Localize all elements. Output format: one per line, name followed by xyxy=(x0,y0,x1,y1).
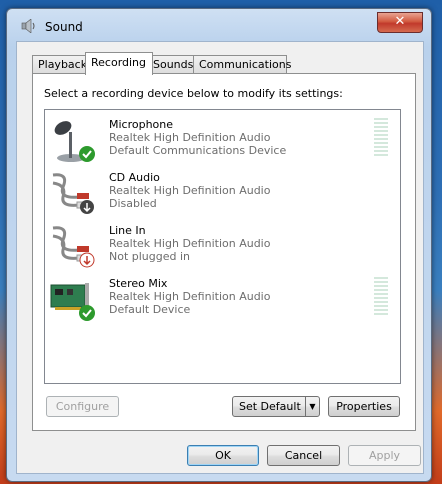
set-default-button[interactable]: Set Default ▼ xyxy=(232,396,320,417)
recording-panel: Select a recording device below to modif… xyxy=(32,73,416,431)
microphone-icon xyxy=(54,121,95,162)
configure-button[interactable]: Configure xyxy=(46,396,119,417)
close-icon: ✕ xyxy=(394,14,406,29)
tab-playback[interactable]: Playback xyxy=(32,55,89,74)
tab-recording[interactable]: Recording xyxy=(85,52,153,75)
cancel-button[interactable]: Cancel xyxy=(267,445,340,466)
tab-label: Recording xyxy=(91,56,147,69)
properties-button[interactable]: Properties xyxy=(328,396,400,417)
device-status: Disabled xyxy=(109,197,157,210)
rca-cable-icon xyxy=(52,226,95,268)
device-driver: Realtek High Definition Audio xyxy=(109,237,271,250)
device-name: Microphone xyxy=(109,118,174,131)
close-button[interactable]: ✕ xyxy=(377,12,423,33)
tab-sounds[interactable]: Sounds xyxy=(147,55,197,74)
device-name: Line In xyxy=(109,224,146,237)
tab-label: Communications xyxy=(199,58,292,71)
device-status: Not plugged in xyxy=(109,250,191,263)
level-meter xyxy=(374,118,388,158)
tab-label: Sounds xyxy=(153,58,194,71)
device-status: Default Device xyxy=(109,303,191,316)
device-driver: Realtek High Definition Audio xyxy=(109,131,271,144)
window-title: Sound xyxy=(45,20,83,34)
title-bar[interactable]: Sound ✕ xyxy=(7,9,431,39)
device-list[interactable]: Microphone Realtek High Definition Audio… xyxy=(44,109,401,384)
check-badge-icon xyxy=(79,305,95,321)
device-name: CD Audio xyxy=(109,171,160,184)
phone-check-badge-icon xyxy=(79,146,95,162)
sound-card-icon xyxy=(50,283,95,321)
set-default-label: Set Default xyxy=(239,400,301,413)
apply-button[interactable]: Apply xyxy=(348,445,421,466)
dialog-client-area: Playback Recording Sounds Communications… xyxy=(16,41,424,474)
list-item-cd-audio[interactable]: CD Audio Realtek High Definition Audio D… xyxy=(45,167,400,219)
device-status: Default Communications Device xyxy=(109,144,287,157)
rca-cable-icon xyxy=(52,173,94,214)
list-item-stereo-mix[interactable]: Stereo Mix Realtek High Definition Audio… xyxy=(45,273,400,325)
device-driver: Realtek High Definition Audio xyxy=(109,184,271,197)
tab-label: Playback xyxy=(38,58,88,71)
level-meter xyxy=(374,277,388,317)
list-item-line-in[interactable]: Line In Realtek High Definition Audio No… xyxy=(45,220,400,272)
speaker-icon xyxy=(21,19,35,33)
instructions-text: Select a recording device below to modif… xyxy=(44,87,343,100)
sound-dialog: Sound ✕ Playback Recording Sounds Commun… xyxy=(6,8,432,482)
list-item-microphone[interactable]: Microphone Realtek High Definition Audio… xyxy=(45,114,400,166)
ok-button[interactable]: OK xyxy=(187,445,259,466)
device-driver: Realtek High Definition Audio xyxy=(109,290,271,303)
tab-communications[interactable]: Communications xyxy=(193,55,291,74)
device-name: Stereo Mix xyxy=(109,277,168,290)
chevron-down-icon[interactable]: ▼ xyxy=(305,397,319,416)
